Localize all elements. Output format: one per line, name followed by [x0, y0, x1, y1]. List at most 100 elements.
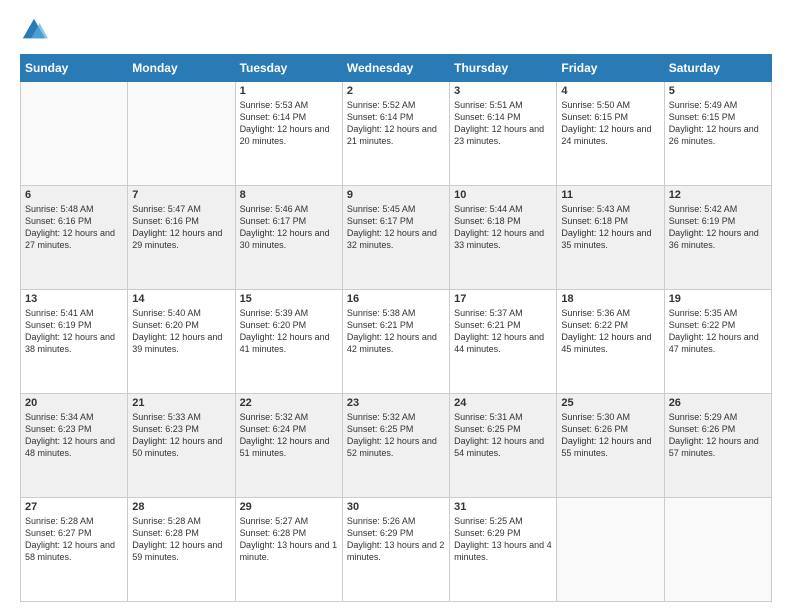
day-number: 4	[561, 85, 659, 97]
day-info: Sunrise: 5:29 AM Sunset: 6:26 PM Dayligh…	[669, 411, 767, 460]
calendar-cell: 30 Sunrise: 5:26 AM Sunset: 6:29 PM Dayli…	[342, 498, 449, 602]
calendar-header-row: SundayMondayTuesdayWednesdayThursdayFrid…	[21, 55, 772, 82]
day-info: Sunrise: 5:28 AM Sunset: 6:28 PM Dayligh…	[132, 515, 230, 564]
day-number: 5	[669, 85, 767, 97]
calendar-cell: 22 Sunrise: 5:32 AM Sunset: 6:24 PM Dayli…	[235, 394, 342, 498]
day-info: Sunrise: 5:37 AM Sunset: 6:21 PM Dayligh…	[454, 307, 552, 356]
day-info: Sunrise: 5:50 AM Sunset: 6:15 PM Dayligh…	[561, 99, 659, 148]
day-info: Sunrise: 5:34 AM Sunset: 6:23 PM Dayligh…	[25, 411, 123, 460]
day-number: 9	[347, 189, 445, 201]
calendar-cell: 31Sunrise: 5:25 AM Sunset: 6:29 PM Dayli…	[450, 498, 557, 602]
day-info: Sunrise: 5:32 AM Sunset: 6:25 PM Dayligh…	[347, 411, 445, 460]
calendar-cell: 24 Sunrise: 5:31 AM Sunset: 6:25 PM Dayli…	[450, 394, 557, 498]
day-info: Sunrise: 5:27 AM Sunset: 6:28 PM Dayligh…	[240, 515, 338, 564]
day-number: 11	[561, 189, 659, 201]
calendar-cell: 18Sunrise: 5:36 AM Sunset: 6:22 PM Dayli…	[557, 290, 664, 394]
calendar-cell: 1Sunrise: 5:53 AM Sunset: 6:14 PM Daylig…	[235, 82, 342, 186]
day-number: 8	[240, 189, 338, 201]
calendar-cell: 12 Sunrise: 5:42 AM Sunset: 6:19 PM Dayli…	[664, 186, 771, 290]
day-number: 23	[347, 397, 445, 409]
weekday-header-wednesday: Wednesday	[342, 55, 449, 82]
day-number: 20	[25, 397, 123, 409]
calendar-cell: 8 Sunrise: 5:46 AM Sunset: 6:17 PM Daylig…	[235, 186, 342, 290]
day-number: 24	[454, 397, 552, 409]
calendar-cell: 9 Sunrise: 5:45 AM Sunset: 6:17 PM Daylig…	[342, 186, 449, 290]
day-number: 29	[240, 501, 338, 513]
weekday-header-monday: Monday	[128, 55, 235, 82]
calendar-week-row: 13Sunrise: 5:41 AM Sunset: 6:19 PM Dayli…	[21, 290, 772, 394]
calendar-cell	[128, 82, 235, 186]
day-number: 27	[25, 501, 123, 513]
weekday-header-thursday: Thursday	[450, 55, 557, 82]
day-number: 12	[669, 189, 767, 201]
day-info: Sunrise: 5:46 AM Sunset: 6:17 PM Dayligh…	[240, 203, 338, 252]
day-number: 21	[132, 397, 230, 409]
day-number: 17	[454, 293, 552, 305]
day-number: 7	[132, 189, 230, 201]
calendar-cell	[21, 82, 128, 186]
day-number: 22	[240, 397, 338, 409]
calendar-cell	[557, 498, 664, 602]
calendar-cell: 14 Sunrise: 5:40 AM Sunset: 6:20 PM Dayli…	[128, 290, 235, 394]
calendar-week-row: 6 Sunrise: 5:48 AM Sunset: 6:16 PM Daylig…	[21, 186, 772, 290]
calendar-cell: 21Sunrise: 5:33 AM Sunset: 6:23 PM Dayli…	[128, 394, 235, 498]
day-number: 16	[347, 293, 445, 305]
calendar-cell	[664, 498, 771, 602]
calendar-cell: 17 Sunrise: 5:37 AM Sunset: 6:21 PM Dayli…	[450, 290, 557, 394]
day-info: Sunrise: 5:42 AM Sunset: 6:19 PM Dayligh…	[669, 203, 767, 252]
weekday-header-tuesday: Tuesday	[235, 55, 342, 82]
day-info: Sunrise: 5:39 AM Sunset: 6:20 PM Dayligh…	[240, 307, 338, 356]
day-info: Sunrise: 5:47 AM Sunset: 6:16 PM Dayligh…	[132, 203, 230, 252]
day-info: Sunrise: 5:30 AM Sunset: 6:26 PM Dayligh…	[561, 411, 659, 460]
day-info: Sunrise: 5:31 AM Sunset: 6:25 PM Dayligh…	[454, 411, 552, 460]
day-info: Sunrise: 5:44 AM Sunset: 6:18 PM Dayligh…	[454, 203, 552, 252]
day-info: Sunrise: 5:32 AM Sunset: 6:24 PM Dayligh…	[240, 411, 338, 460]
logo-icon	[20, 16, 48, 44]
day-number: 13	[25, 293, 123, 305]
day-number: 14	[132, 293, 230, 305]
day-number: 25	[561, 397, 659, 409]
day-info: Sunrise: 5:38 AM Sunset: 6:21 PM Dayligh…	[347, 307, 445, 356]
calendar-cell: 4 Sunrise: 5:50 AM Sunset: 6:15 PM Daylig…	[557, 82, 664, 186]
day-number: 6	[25, 189, 123, 201]
day-info: Sunrise: 5:49 AM Sunset: 6:15 PM Dayligh…	[669, 99, 767, 148]
day-number: 18	[561, 293, 659, 305]
calendar-cell: 20 Sunrise: 5:34 AM Sunset: 6:23 PM Dayli…	[21, 394, 128, 498]
day-number: 30	[347, 501, 445, 513]
page: SundayMondayTuesdayWednesdayThursdayFrid…	[0, 0, 792, 612]
calendar-week-row: 20 Sunrise: 5:34 AM Sunset: 6:23 PM Dayli…	[21, 394, 772, 498]
calendar-cell: 5 Sunrise: 5:49 AM Sunset: 6:15 PM Daylig…	[664, 82, 771, 186]
day-info: Sunrise: 5:28 AM Sunset: 6:27 PM Dayligh…	[25, 515, 123, 564]
day-info: Sunrise: 5:40 AM Sunset: 6:20 PM Dayligh…	[132, 307, 230, 356]
calendar-week-row: 1Sunrise: 5:53 AM Sunset: 6:14 PM Daylig…	[21, 82, 772, 186]
calendar-cell: 10 Sunrise: 5:44 AM Sunset: 6:18 PM Dayli…	[450, 186, 557, 290]
weekday-header-friday: Friday	[557, 55, 664, 82]
calendar-table: SundayMondayTuesdayWednesdayThursdayFrid…	[20, 54, 772, 602]
calendar-cell: 26Sunrise: 5:29 AM Sunset: 6:26 PM Dayli…	[664, 394, 771, 498]
calendar-cell: 3Sunrise: 5:51 AM Sunset: 6:14 PM Daylig…	[450, 82, 557, 186]
calendar-cell: 19 Sunrise: 5:35 AM Sunset: 6:22 PM Dayli…	[664, 290, 771, 394]
calendar-week-row: 27 Sunrise: 5:28 AM Sunset: 6:27 PM Dayli…	[21, 498, 772, 602]
day-info: Sunrise: 5:26 AM Sunset: 6:29 PM Dayligh…	[347, 515, 445, 564]
day-number: 10	[454, 189, 552, 201]
logo	[20, 16, 52, 44]
calendar-cell: 27 Sunrise: 5:28 AM Sunset: 6:27 PM Dayli…	[21, 498, 128, 602]
day-number: 28	[132, 501, 230, 513]
weekday-header-saturday: Saturday	[664, 55, 771, 82]
day-info: Sunrise: 5:52 AM Sunset: 6:14 PM Dayligh…	[347, 99, 445, 148]
day-info: Sunrise: 5:35 AM Sunset: 6:22 PM Dayligh…	[669, 307, 767, 356]
calendar-cell: 2 Sunrise: 5:52 AM Sunset: 6:14 PM Daylig…	[342, 82, 449, 186]
day-info: Sunrise: 5:51 AM Sunset: 6:14 PM Dayligh…	[454, 99, 552, 148]
calendar-cell: 16 Sunrise: 5:38 AM Sunset: 6:21 PM Dayli…	[342, 290, 449, 394]
day-info: Sunrise: 5:48 AM Sunset: 6:16 PM Dayligh…	[25, 203, 123, 252]
day-number: 2	[347, 85, 445, 97]
calendar-cell: 6 Sunrise: 5:48 AM Sunset: 6:16 PM Daylig…	[21, 186, 128, 290]
calendar-cell: 23 Sunrise: 5:32 AM Sunset: 6:25 PM Dayli…	[342, 394, 449, 498]
weekday-header-sunday: Sunday	[21, 55, 128, 82]
day-number: 31	[454, 501, 552, 513]
day-info: Sunrise: 5:53 AM Sunset: 6:14 PM Dayligh…	[240, 99, 338, 148]
day-info: Sunrise: 5:45 AM Sunset: 6:17 PM Dayligh…	[347, 203, 445, 252]
day-number: 19	[669, 293, 767, 305]
day-number: 15	[240, 293, 338, 305]
calendar-cell: 25 Sunrise: 5:30 AM Sunset: 6:26 PM Dayli…	[557, 394, 664, 498]
